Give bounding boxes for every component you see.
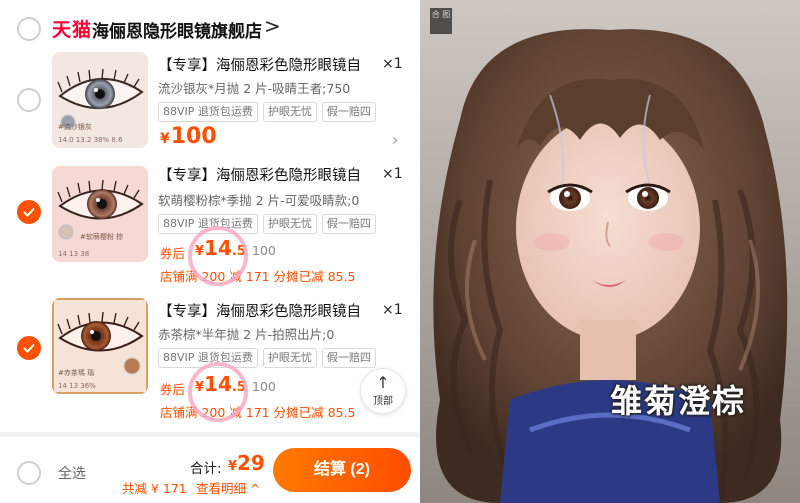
checkout-bar: 全选 合计: ¥29 共减 ¥ 171 查看明细 ^ 结算 (2) (0, 437, 420, 503)
checkmark-icon (23, 343, 35, 353)
service-tags: 88VIP 退货包运费 护眼无忧 假一赔四 (158, 102, 376, 122)
original-price: 100 (252, 243, 276, 258)
sku-selector[interactable]: 流沙银灰*月抛 2 片-吸睛王者;750 (158, 78, 380, 97)
total-label: 合计: (190, 461, 222, 477)
store-header[interactable]: 天猫 海俪恩隐形眼镜旗舰店 > (0, 0, 420, 44)
service-tags: 88VIP 退货包运费 护眼无忧 假一赔四 (158, 214, 376, 234)
photo-caption: 雏菊澄棕 (610, 382, 747, 420)
checkout-button[interactable]: 结算 (2) (273, 448, 411, 492)
thumb-spec-text: 14 13 38 (58, 250, 90, 258)
thumb-spec-text: 14.0 13.2 38% 8.6 (58, 136, 123, 144)
model-photo: 合 图 雏菊澄棕 (420, 0, 800, 503)
service-tags: 88VIP 退货包运费 护眼无忧 假一赔四 (158, 348, 376, 368)
thumb-color-label: #流沙银灰 (58, 123, 92, 131)
thumb-color-label: #赤茶瑪 瑙 (58, 369, 95, 377)
select-all-checkbox[interactable] (17, 461, 41, 485)
sku-selector[interactable]: 赤茶棕*半年抛 2 片-拍照出片;0 (158, 324, 380, 343)
item-checkbox[interactable] (17, 88, 41, 112)
select-all-label[interactable]: 全选 (58, 463, 86, 483)
cart-item[interactable]: #赤茶瑪 瑙 14 13 36% 【专享】海俪恩彩色隐形眼镜自 ×1 赤茶棕*半… (0, 292, 420, 432)
chevron-right-icon[interactable]: › (392, 130, 398, 149)
eye-closeup-image (52, 52, 148, 148)
item-checkbox[interactable] (17, 336, 41, 360)
thumb-color-label: #软萌樱粉 棕 (80, 233, 124, 241)
back-to-top-button[interactable]: ↑ 顶部 (360, 368, 406, 414)
sku-selector[interactable]: 软萌樱粉棕*季抛 2 片-可爱吸睛款;0 (158, 190, 380, 209)
currency-symbol: ¥ (228, 459, 238, 474)
quantity[interactable]: ×1 (382, 56, 403, 72)
item-checkbox[interactable] (17, 200, 41, 224)
highlight-circle (188, 362, 248, 422)
product-title[interactable]: 【专享】海俪恩彩色隐形眼镜自 (158, 164, 368, 185)
chevron-right-icon[interactable]: > (264, 14, 281, 38)
discount-total: 共减 ¥ 171 (122, 481, 187, 496)
product-title[interactable]: 【专享】海俪恩彩色隐形眼镜自 (158, 300, 368, 321)
tag-authentic: 假一赔四 (321, 102, 376, 122)
total-price: ¥29 (228, 451, 265, 475)
product-thumbnail[interactable]: #流沙银灰 14.0 13.2 38% 8.6 (52, 52, 148, 148)
tag-eye-care: 护眼无忧 (262, 102, 317, 122)
store-checkbox[interactable] (17, 17, 41, 41)
cart-panel: 天猫 海俪恩隐形眼镜旗舰店 > #流沙银灰 14.0 13.2 38% 8.6 … (0, 0, 420, 503)
original-price: 100 (252, 379, 276, 394)
tag-eye-care: 护眼无忧 (262, 214, 317, 234)
thumb-spec-text: 14 13 36% (58, 382, 96, 390)
product-thumbnail[interactable]: #软萌樱粉 棕 14 13 38 (52, 166, 148, 262)
tmall-logo: 天猫 (52, 19, 93, 41)
portrait-illustration (420, 0, 800, 503)
tag-88vip: 88VIP 退货包运费 (158, 102, 258, 122)
tag-eye-care: 护眼无忧 (262, 348, 317, 368)
total-value: 29 (237, 451, 265, 475)
coupon-label: 券后 (160, 382, 186, 397)
promo-info[interactable]: 店铺满 200 减 171 分摊已减 85.5 (160, 266, 355, 285)
quantity[interactable]: ×1 (382, 166, 403, 182)
eye-closeup-image (52, 298, 148, 394)
product-thumbnail[interactable]: #赤茶瑪 瑙 14 13 36% (52, 298, 148, 394)
watermark-stamp: 合 图 (430, 8, 452, 34)
price-value: 100 (170, 124, 217, 149)
eye-closeup-image (52, 166, 148, 262)
promo-info[interactable]: 店铺满 200 减 171 分摊已减 85.5 (160, 402, 355, 421)
arrow-up-icon: ↑ (376, 373, 390, 392)
store-name[interactable]: 海俪恩隐形眼镜旗舰店 (92, 17, 262, 42)
tag-authentic: 假一赔四 (321, 348, 376, 368)
item-price: ¥100 (160, 124, 217, 149)
coupon-label: 券后 (160, 246, 186, 261)
product-title[interactable]: 【专享】海俪恩彩色隐形眼镜自 (158, 54, 368, 75)
tag-authentic: 假一赔四 (321, 214, 376, 234)
cart-item[interactable]: #软萌樱粉 棕 14 13 38 【专享】海俪恩彩色隐形眼镜自 ×1 软萌樱粉棕… (0, 160, 420, 300)
currency-symbol: ¥ (160, 131, 170, 147)
checkmark-icon (23, 207, 35, 217)
highlight-circle (188, 226, 248, 286)
view-details-link[interactable]: 查看明细 ^ (196, 478, 260, 497)
back-to-top-label: 顶部 (373, 396, 393, 407)
quantity[interactable]: ×1 (382, 302, 403, 318)
